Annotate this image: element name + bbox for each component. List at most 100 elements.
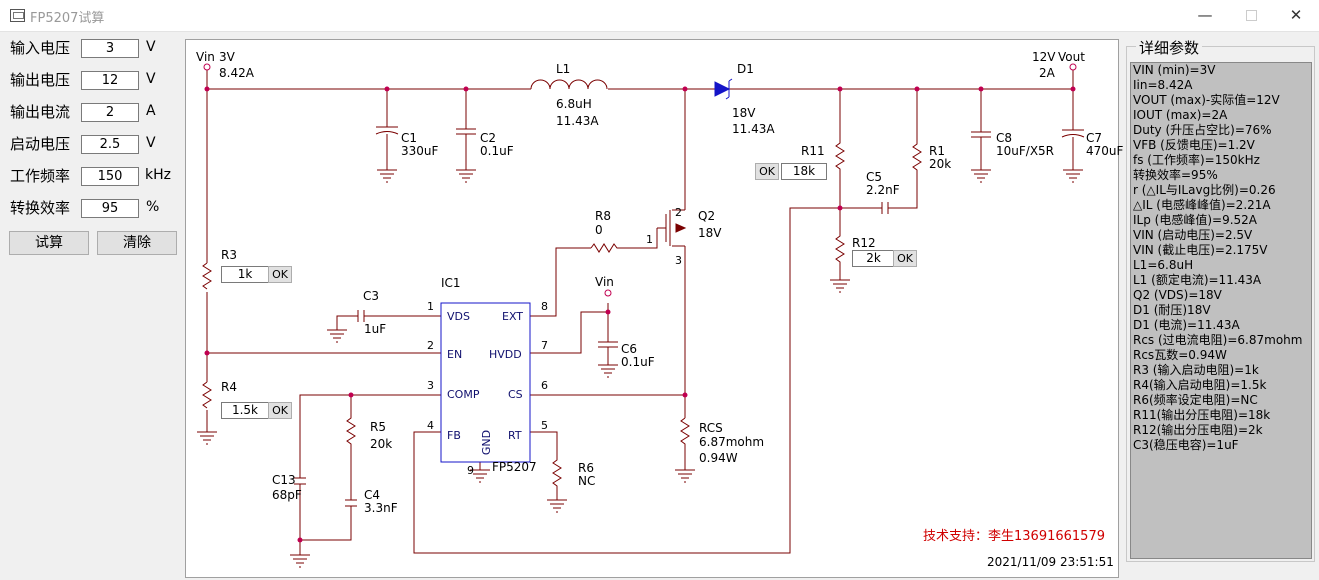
r4-input[interactable]: 1.5k [221, 402, 269, 419]
detail-line: fs (工作频率)=150kHz [1133, 153, 1260, 167]
minimize-button[interactable]: — [1182, 0, 1228, 31]
maximize-icon [1245, 10, 1257, 21]
c6-value: 0.1uF [621, 355, 655, 369]
ic1-pin3-num: 3 [427, 379, 434, 392]
c3-value: 1uF [364, 322, 387, 336]
ic1-pin2-num: 2 [427, 339, 434, 352]
c1-name: C1 [401, 131, 418, 145]
ic1-pin-ext: EXT [502, 310, 524, 323]
close-button[interactable]: ✕ [1273, 0, 1319, 31]
d1-current: 11.43A [732, 122, 775, 136]
param-unit-vout: V [146, 71, 156, 87]
maximize-button[interactable] [1228, 0, 1274, 31]
startup-voltage-input[interactable]: 2.5 [81, 135, 139, 154]
detail-line: D1 (电流)=11.43A [1133, 318, 1240, 332]
calculate-button[interactable]: 试算 [9, 231, 89, 255]
detail-line: IOUT (max)=2A [1133, 108, 1228, 122]
ic1-pin6-num: 6 [541, 379, 548, 392]
detail-line: ILp (电感峰值)=9.52A [1133, 213, 1258, 227]
ic1-pin-en: EN [447, 348, 463, 361]
ic1-pin-comp: COMP [447, 388, 480, 401]
title-bar: FP5207试算 — ✕ [0, 0, 1319, 32]
param-unit-eff: % [146, 199, 160, 215]
detail-line: Iin=8.42A [1133, 78, 1193, 92]
vout-voltage: 12V [1032, 50, 1056, 64]
r5-name: R5 [370, 420, 386, 434]
param-label-startup: 启动电压 [10, 135, 71, 153]
ic1-pin4-num: 4 [427, 419, 434, 432]
c7-name: C7 [1086, 131, 1103, 145]
app-icon [10, 9, 25, 22]
r3-name: R3 [221, 248, 237, 262]
l1-current: 11.43A [556, 114, 599, 128]
detail-line: R4(输入启动电阻)=1.5k [1133, 378, 1267, 392]
vin-voltage: 3V [219, 50, 235, 64]
r6-value: NC [578, 474, 596, 488]
detail-line: Duty (升压占空比)=76% [1133, 123, 1272, 137]
vout-current: 2A [1039, 66, 1055, 80]
ic1-pin1-num: 1 [427, 300, 434, 313]
vin-input[interactable]: 3 [81, 39, 139, 58]
param-unit-freq: kHz [145, 167, 171, 183]
clear-button[interactable]: 清除 [97, 231, 177, 255]
q2-pin1: 1 [646, 233, 653, 246]
param-label-iout: 输出电流 [10, 103, 71, 121]
r12-input[interactable]: 2k [852, 250, 895, 267]
r12-name: R12 [852, 236, 876, 250]
detail-line: VIN (启动电压)=2.5V [1133, 228, 1253, 242]
detail-line: L1=6.8uH [1133, 258, 1194, 272]
circuit-drawing [197, 63, 1085, 568]
r8-value: 0 [595, 223, 603, 237]
param-label-eff: 转换效率 [10, 199, 71, 217]
detail-line: VIN (min)=3V [1133, 63, 1216, 77]
detail-line: R11(输出分压电阻)=18k [1133, 408, 1271, 422]
r11-ok-button[interactable]: OK [755, 163, 779, 180]
c5-value: 2.2nF [866, 183, 900, 197]
c8-name: C8 [996, 131, 1013, 145]
param-unit-startup: V [146, 135, 156, 151]
ic1-pin-hvdd: HVDD [489, 348, 522, 361]
param-label-vout: 输出电压 [10, 71, 71, 89]
r11-input[interactable]: 18k [781, 163, 827, 180]
c8-value: 10uF/X5R [996, 144, 1055, 158]
r1-value: 20k [929, 157, 952, 171]
c6-name: C6 [621, 342, 638, 356]
details-title: 详细参数 [1136, 37, 1203, 58]
r3-ok-button[interactable]: OK [268, 266, 292, 283]
window-title: FP5207试算 [30, 11, 105, 26]
schematic-canvas: Vin 3V 8.42A 12V Vout 2A L1 6.8uH 11.43A… [185, 39, 1123, 578]
iout-input[interactable]: 2 [81, 103, 139, 122]
r12-ok-button[interactable]: OK [893, 250, 917, 267]
rcs-power: 0.94W [699, 451, 738, 465]
vin-current: 8.42A [219, 66, 254, 80]
detail-line: VIN (截止电压)=2.175V [1133, 243, 1268, 257]
l1-value: 6.8uH [556, 97, 592, 111]
q2-value: 18V [698, 226, 722, 240]
d1-voltage: 18V [732, 106, 756, 120]
c2-name: C2 [480, 131, 497, 145]
d1-name: D1 [737, 62, 754, 76]
detail-line: Q2 (VDS)=18V [1133, 288, 1222, 302]
vout-label: Vout [1058, 50, 1085, 64]
vout-input[interactable]: 12 [81, 71, 139, 90]
r3-input[interactable]: 1k [221, 266, 269, 283]
r5-value: 20k [370, 437, 393, 451]
l1-name: L1 [556, 62, 571, 76]
param-unit-iout: A [146, 103, 156, 119]
r4-ok-button[interactable]: OK [268, 402, 292, 419]
efficiency-input[interactable]: 95 [81, 199, 139, 218]
c13-name: C13 [272, 473, 296, 487]
c4-name: C4 [364, 488, 381, 502]
frequency-input[interactable]: 150 [81, 167, 139, 186]
detail-line: △IL (电感峰峰值)=2.21A [1133, 198, 1271, 212]
detail-line: D1 (耐压)18V [1133, 303, 1211, 317]
detail-line: 转换效率=95% [1133, 168, 1218, 182]
hvdd-vin-label: Vin [595, 275, 614, 289]
ic1-part: FP5207 [492, 460, 537, 474]
ic1-pin8-num: 8 [541, 300, 548, 313]
detail-line: Rcs (过电流电阻)=6.87mohm [1133, 333, 1303, 347]
ic1-name: IC1 [441, 276, 461, 290]
r4-name: R4 [221, 380, 237, 394]
ic1-pin-vds: VDS [447, 310, 470, 323]
detail-line: R6(频率设定电阻)=NC [1133, 393, 1258, 407]
